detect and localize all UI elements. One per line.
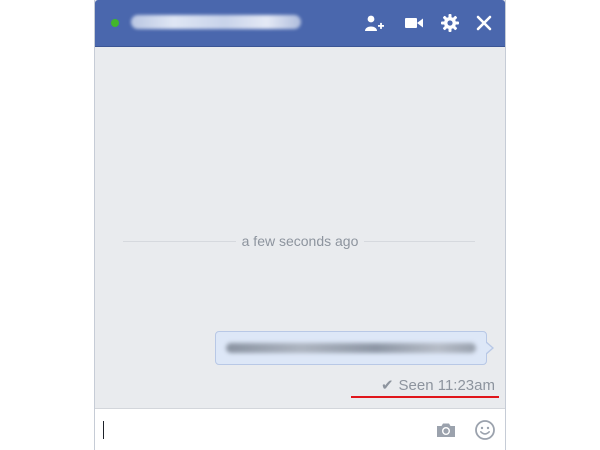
gear-icon[interactable] [439, 12, 461, 34]
redacted-message-text [226, 343, 476, 353]
message-composer [95, 408, 505, 450]
timestamp-text: a few seconds ago [235, 233, 365, 249]
emoji-icon[interactable] [474, 419, 496, 441]
video-camera-icon[interactable] [403, 12, 425, 34]
chat-window: a few seconds ago ✔ Seen 11:23am [94, 0, 506, 450]
message-input[interactable] [101, 415, 423, 447]
seen-highlight-underline [351, 396, 499, 398]
message-timestamp: a few seconds ago [95, 233, 505, 249]
bubble-tail-fill [485, 342, 492, 354]
read-receipt: ✔ Seen 11:23am [345, 377, 495, 397]
chat-header[interactable] [95, 0, 505, 47]
check-icon: ✔ [380, 377, 394, 394]
seen-text: Seen 11:23am [398, 377, 495, 394]
camera-icon[interactable] [435, 419, 457, 441]
online-status-dot [111, 19, 119, 27]
outgoing-message-bubble[interactable] [215, 331, 487, 365]
add-friend-icon[interactable] [363, 12, 385, 34]
text-cursor [103, 421, 104, 439]
contact-name-redacted[interactable] [131, 15, 301, 29]
close-icon[interactable] [473, 12, 495, 34]
